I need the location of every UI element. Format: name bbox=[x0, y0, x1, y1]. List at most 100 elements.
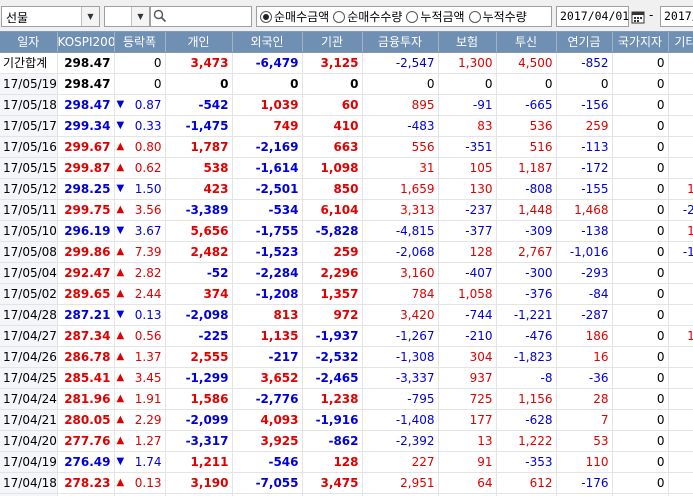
pension-fund-cell: 1,468 bbox=[556, 199, 613, 221]
insurance-cell: 105 bbox=[438, 157, 497, 179]
triangle-up-icon: ▲ bbox=[116, 476, 125, 488]
individual-cell: -2,098 bbox=[165, 304, 233, 326]
date-to-field[interactable]: 2017/ bbox=[660, 6, 693, 27]
table-row[interactable]: 17/05/08 299.86 ▲ 7.39 2,482 -1,523 259 -2,068 1… bbox=[0, 241, 693, 263]
institution-cell: -862 bbox=[302, 430, 363, 452]
market-select-value: 선물 bbox=[6, 11, 29, 25]
table-row[interactable]: 17/05/10 296.19 ▼ 3.67 5,656 -1,755 -5,828 -4,8… bbox=[0, 220, 693, 242]
table-row[interactable]: 17/05/04 292.47 ▲ 2.82 -52 -2,284 2,296 3,160 -4… bbox=[0, 262, 693, 284]
insurance-cell: -744 bbox=[438, 304, 497, 326]
radio-button-icon[interactable] bbox=[260, 10, 272, 23]
government-cell: 0 bbox=[612, 346, 669, 368]
radio-option[interactable]: 순매수금액 bbox=[260, 8, 329, 25]
insurance-cell: 725 bbox=[438, 388, 497, 410]
column-header[interactable]: 일자 bbox=[0, 32, 58, 53]
radio-button-icon[interactable] bbox=[333, 10, 346, 23]
change-value: 0.56 bbox=[134, 328, 162, 343]
table-row[interactable]: 17/04/26 286.78 ▲ 1.37 2,555 -217 -2,532 -1,308… bbox=[0, 346, 693, 368]
market-select[interactable]: 선물 ▼ bbox=[1, 6, 100, 27]
government-cell: 0 bbox=[612, 136, 669, 158]
calendar-icon[interactable] bbox=[629, 7, 647, 26]
table-row[interactable]: 17/04/27 287.34 ▲ 0.56 -225 1,135 -1,937 -1,267… bbox=[0, 325, 693, 347]
column-header[interactable]: 금융투자 bbox=[362, 32, 439, 53]
radio-option[interactable]: 누적금액 bbox=[406, 8, 465, 25]
table-row[interactable]: 17/04/21 280.05 ▲ 2.29 -2,099 4,093 -1,916 -1,4… bbox=[0, 409, 693, 431]
column-header[interactable]: 기관 bbox=[302, 32, 363, 53]
chevron-down-icon[interactable]: ▼ bbox=[131, 7, 149, 26]
triangle-up-icon: ▲ bbox=[116, 287, 125, 299]
table-row[interactable]: 17/04/20 277.76 ▲ 1.27 -3,317 3,925 -862 -2,392… bbox=[0, 430, 693, 452]
search-icon[interactable] bbox=[153, 9, 169, 24]
financial-investment-cell: -1,308 bbox=[362, 346, 439, 368]
column-header[interactable]: KOSPI200 bbox=[57, 32, 115, 53]
column-header[interactable]: 등락폭 bbox=[114, 32, 166, 53]
other-corporation-cell: -22 bbox=[668, 157, 693, 179]
sub-select[interactable]: ▼ bbox=[104, 6, 150, 27]
kospi200-cell: 298.25 bbox=[57, 178, 115, 200]
insurance-cell: 177 bbox=[438, 409, 497, 431]
table-row[interactable]: 기간합계 298.47 0 3,473 -6,479 3,125 -2,547 1,300 4,… bbox=[0, 52, 693, 74]
radio-option[interactable]: 순매수수량 bbox=[333, 8, 402, 25]
radio-option[interactable]: 누적수량 bbox=[468, 8, 527, 25]
foreign-cell: 813 bbox=[232, 304, 303, 326]
column-header[interactable]: 투신 bbox=[496, 32, 557, 53]
date-cell: 17/05/04 bbox=[0, 262, 58, 284]
column-header[interactable]: 국가지자 bbox=[612, 32, 669, 53]
institution-cell: 0 bbox=[302, 73, 363, 95]
table-row[interactable]: 17/04/18 278.23 ▲ 0.13 3,190 -7,055 3,475 2,951… bbox=[0, 472, 693, 494]
table-row[interactable]: 17/04/28 287.21 ▼ 0.13 -2,098 813 972 3,420 -744… bbox=[0, 304, 693, 326]
investment-trust-cell: -300 bbox=[496, 262, 557, 284]
triangle-up-icon: ▲ bbox=[116, 161, 125, 173]
column-header[interactable]: 기타법인 bbox=[668, 32, 693, 53]
toolbar: 선물 ▼ ▼ 순매수금액 순매수수량 누적금액 누적수량 2017/04/01 - 2… bbox=[0, 0, 693, 31]
insurance-cell: -377 bbox=[438, 220, 497, 242]
insurance-cell: -91 bbox=[438, 94, 497, 116]
table-row[interactable]: 17/05/12 298.25 ▼ 1.50 423 -2,501 850 1,659 130-… bbox=[0, 178, 693, 200]
table-row[interactable]: 17/04/19 276.49 ▼ 1.74 1,211 -546 128 227 91 -353… bbox=[0, 451, 693, 473]
table-row[interactable]: 17/05/19298.470000000000 bbox=[0, 73, 693, 95]
column-header[interactable]: 연기금 bbox=[556, 32, 613, 53]
change-cell: ▲ 1.37 bbox=[114, 346, 166, 368]
financial-investment-cell: -795 bbox=[362, 388, 439, 410]
kospi200-cell: 277.76 bbox=[57, 430, 115, 452]
date-cell: 17/05/12 bbox=[0, 178, 58, 200]
chevron-down-icon[interactable]: ▼ bbox=[81, 7, 99, 26]
foreign-cell: 1,135 bbox=[232, 325, 303, 347]
date-from-field[interactable]: 2017/04/01 bbox=[556, 6, 629, 27]
kospi200-cell: 299.34 bbox=[57, 115, 115, 137]
pension-fund-cell: -138 bbox=[556, 220, 613, 242]
table-row[interactable]: 17/05/16 299.67 ▲ 0.80 1,787 -2,169 663 556 -351… bbox=[0, 136, 693, 158]
table-row[interactable]: 17/04/24 281.96 ▲ 1.91 1,586 -2,776 1,238 -795 7… bbox=[0, 388, 693, 410]
government-cell: 0 bbox=[612, 283, 669, 305]
table-row[interactable]: 17/05/11 299.75 ▲ 3.56 -3,389 -534 6,104 3,313-… bbox=[0, 199, 693, 221]
column-header[interactable]: 개인 bbox=[165, 32, 233, 53]
column-header[interactable]: 외국인 bbox=[232, 32, 303, 53]
insurance-cell: 130 bbox=[438, 178, 497, 200]
individual-cell: -1,475 bbox=[165, 115, 233, 137]
institution-cell: 1,098 bbox=[302, 157, 363, 179]
table-row[interactable]: 17/05/17 299.34 ▼ 0.33 -1,475 749 410 -483 83 536… bbox=[0, 115, 693, 137]
table-row[interactable]: 17/05/15 299.87 ▲ 0.62 538 -1,614 1,098 31 105 1,… bbox=[0, 157, 693, 179]
table-row[interactable]: 17/05/02 289.65 ▲ 2.44 374 -1,208 1,357 784 1,05… bbox=[0, 283, 693, 305]
investment-trust-cell: -8 bbox=[496, 367, 557, 389]
column-header[interactable]: 보험 bbox=[438, 32, 497, 53]
date-cell: 17/05/08 bbox=[0, 241, 58, 263]
triangle-up-icon: ▲ bbox=[116, 392, 125, 404]
investor-trading-table: 일자KOSPI200등락폭개인외국인기관금융투자보험투신연기금국가지자기타법인 … bbox=[0, 31, 693, 496]
date-cell: 17/05/11 bbox=[0, 199, 58, 221]
pension-fund-cell: 53 bbox=[556, 430, 613, 452]
other-corporation-cell: 0 bbox=[668, 73, 693, 95]
other-corporation-cell: -119 bbox=[668, 52, 693, 74]
investment-trust-cell: -476 bbox=[496, 325, 557, 347]
radio-button-icon[interactable] bbox=[406, 10, 419, 23]
foreign-cell: -6,479 bbox=[232, 52, 303, 74]
individual-cell: -3,389 bbox=[165, 199, 233, 221]
search-input[interactable] bbox=[150, 6, 252, 27]
pension-fund-cell: 259 bbox=[556, 115, 613, 137]
radio-label: 순매수수량 bbox=[347, 10, 403, 24]
insurance-cell: -407 bbox=[438, 262, 497, 284]
pension-fund-cell: 7 bbox=[556, 409, 613, 431]
table-row[interactable]: 17/05/18 298.47 ▼ 0.87 -542 1,039 60 895 -91 -665… bbox=[0, 94, 693, 116]
radio-button-icon[interactable] bbox=[468, 10, 481, 23]
table-row[interactable]: 17/04/25 285.41 ▲ 3.45 -1,299 3,652 -2,465 -3,3… bbox=[0, 367, 693, 389]
